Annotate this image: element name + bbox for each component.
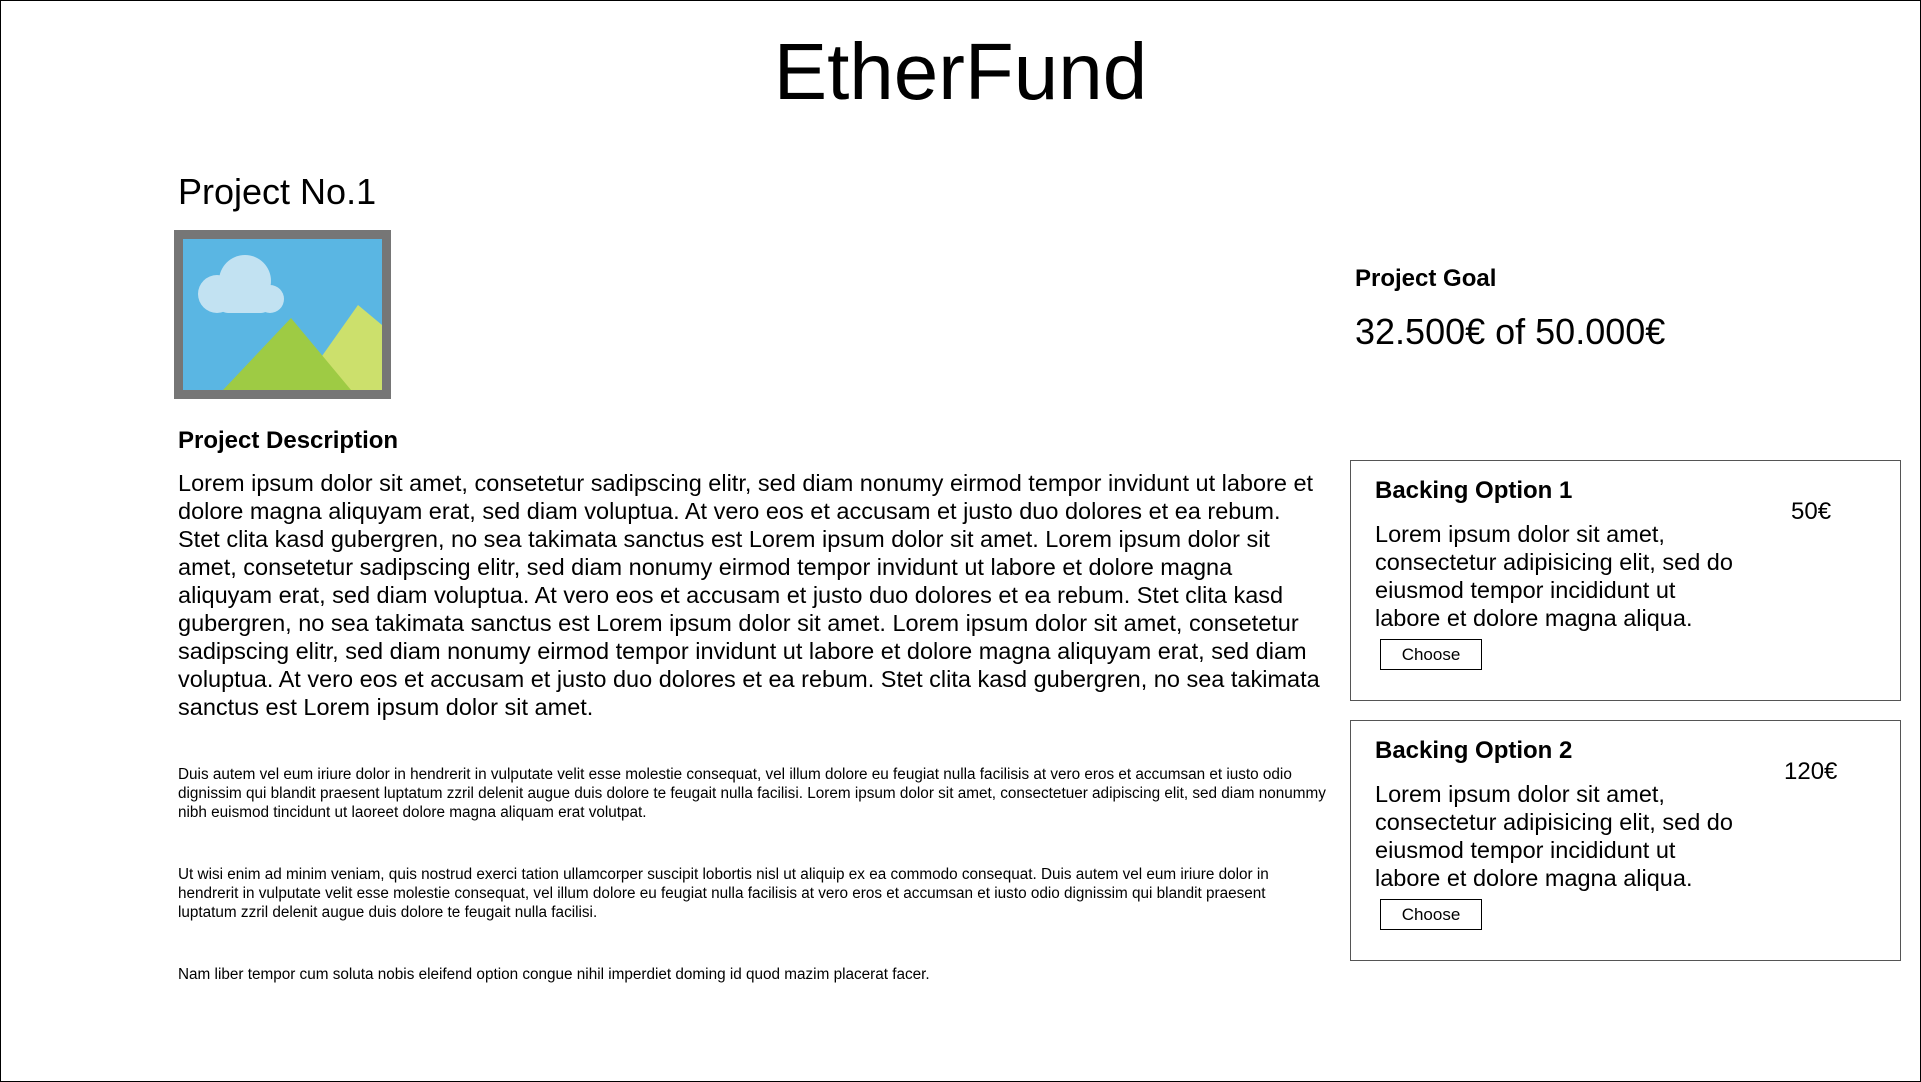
landscape-picture-icon xyxy=(174,230,391,399)
choose-button[interactable]: Choose xyxy=(1380,639,1482,670)
app-title: EtherFund xyxy=(773,27,1148,116)
project-title: Project No.1 xyxy=(178,171,377,212)
backing-option-title: Backing Option 1 xyxy=(1375,477,1573,504)
backing-option-price: 120€ xyxy=(1784,758,1838,785)
description-paragraph: Duis autem vel eum iriure dolor in hendr… xyxy=(178,766,1326,821)
choose-button[interactable]: Choose xyxy=(1380,899,1482,930)
goal-label: Project Goal xyxy=(1355,265,1497,292)
image-placeholder-graphic xyxy=(183,239,382,390)
description-heading: Project Description xyxy=(178,427,399,454)
goal-progress-value: 32.500€ of 50.000€ xyxy=(1355,311,1666,352)
description-text: Lorem ipsum dolor sit amet, consetetur s… xyxy=(178,470,1320,720)
backing-option-description: Lorem ipsum dolor sit amet, consectetur … xyxy=(1375,781,1733,891)
backing-option-card: Backing Option 1 50€ Lorem ipsum dolor s… xyxy=(1350,460,1901,701)
description-paragraph: Nam liber tempor cum soluta nobis eleife… xyxy=(178,966,930,983)
backing-option-price: 50€ xyxy=(1791,498,1832,525)
description-paragraph: Ut wisi enim ad minim veniam, quis nostr… xyxy=(178,866,1269,921)
backing-option-card: Backing Option 2 120€ Lorem ipsum dolor … xyxy=(1350,720,1901,961)
backing-option-description: Lorem ipsum dolor sit amet, consectetur … xyxy=(1375,521,1733,631)
backing-option-title: Backing Option 2 xyxy=(1375,737,1573,764)
